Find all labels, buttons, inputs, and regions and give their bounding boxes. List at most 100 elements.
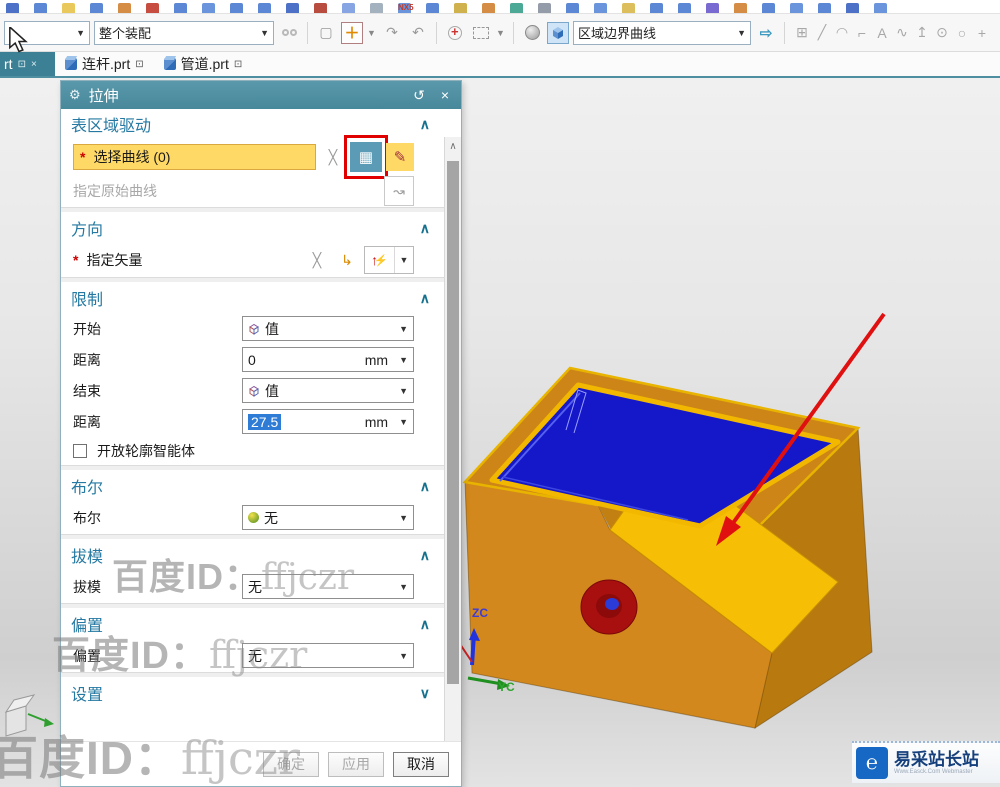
toolbar-mini-icon[interactable] (202, 3, 215, 13)
chevron-down-icon[interactable]: ▼ (395, 247, 413, 273)
section-header-offset[interactable]: 偏置 ∧ (61, 609, 444, 639)
apply-button[interactable]: 应用 (328, 751, 384, 777)
annotation-red-box (344, 135, 388, 179)
fillet-icon[interactable]: ⌐ (852, 22, 872, 44)
component-ghost-icon[interactable]: ▢ (315, 22, 337, 44)
offset-select[interactable]: 无 ▼ (242, 643, 414, 668)
shaded-view-icon[interactable] (521, 22, 543, 44)
arc-icon[interactable]: ◠ (832, 22, 852, 44)
profile-icon[interactable]: ⊞ (792, 22, 812, 44)
scroll-up-icon[interactable]: ∧ (445, 139, 461, 155)
toolbar-mini-icon[interactable] (538, 3, 551, 13)
cancel-button[interactable]: 取消 (393, 751, 449, 777)
wcs-datum-icon[interactable] (444, 22, 466, 44)
curve-rule-dropdown[interactable]: 区域边界曲线 ▼ (573, 20, 751, 45)
start-distance-input[interactable]: 0 mm ▼ (242, 347, 414, 372)
toolbar-mini-icon[interactable] (6, 3, 19, 13)
scrollbar-thumb[interactable] (447, 161, 459, 684)
toolbar-mini-icon[interactable] (594, 3, 607, 13)
dialog-close-icon[interactable]: × (437, 87, 453, 103)
toolbar-mini-icon[interactable] (790, 3, 803, 13)
assembly-scope-dropdown[interactable]: 整个装配 ▼ (94, 20, 274, 45)
vector-icon[interactable]: ↑ ⚡ (365, 247, 395, 273)
deselect-icon[interactable]: ╳ (320, 144, 346, 170)
toolbar-mini-icon[interactable] (510, 3, 523, 13)
plus-icon[interactable]: + (972, 22, 992, 44)
section-header-settings[interactable]: 设置 ∨ (61, 678, 444, 708)
origin-curve-icon[interactable]: ↝ (384, 176, 414, 206)
start-select[interactable]: 值 ▼ (242, 316, 414, 341)
toolbar-mini-icon[interactable] (174, 3, 187, 13)
toolbar-mini-icon[interactable] (874, 3, 887, 13)
section-header-draft[interactable]: 拔模 ∧ (61, 540, 444, 570)
studio-spline-icon[interactable]: A (872, 22, 892, 44)
circle-icon[interactable]: ○ (952, 22, 972, 44)
toolbar-mini-icon[interactable] (650, 3, 663, 13)
toolbar-row: ▼ 整个装配 ▼ ▢ ＋ ▼ ↷ ↶ ▼ (0, 13, 1000, 52)
end-distance-input[interactable]: 27.5 mm ▼ (242, 409, 414, 434)
chevron-up-icon: ∧ (419, 115, 430, 132)
toolbar-mini-icon[interactable] (370, 3, 383, 13)
chevron-down-icon[interactable]: ▼ (496, 28, 506, 38)
dialog-reset-icon[interactable]: ↺ (409, 87, 429, 104)
line-icon[interactable]: ╱ (812, 22, 832, 44)
spline-icon[interactable]: ∿ (892, 22, 912, 44)
dialog-scrollbar[interactable]: ∧ ∨ (444, 137, 461, 741)
toolbar-mini-icon[interactable] (426, 3, 439, 13)
close-icon[interactable]: × (31, 59, 37, 70)
end-select[interactable]: 值 ▼ (242, 378, 414, 403)
section-header-limits[interactable]: 限制 ∧ (61, 283, 444, 313)
toolbar-mini-icon[interactable] (62, 3, 75, 13)
add-component-icon[interactable]: ＋ (341, 21, 363, 44)
divider (784, 21, 785, 44)
toolbar-mini-icon[interactable] (622, 3, 635, 13)
dialog-titlebar[interactable]: ⚙ 拉伸 ↺ × (61, 81, 461, 109)
inferred-vector-icon[interactable]: ↳ (334, 247, 360, 273)
toolbar-mini-icon[interactable] (90, 3, 103, 13)
draft-select[interactable]: 无 ▼ (242, 574, 414, 599)
toolbar-mini-icon[interactable] (286, 3, 299, 13)
toolbar-mini-icon[interactable] (482, 3, 495, 13)
tab-liangan-prt[interactable]: 连杆.prt ⊡ (55, 52, 154, 76)
replace-component-icon[interactable]: ↶ (407, 22, 429, 44)
apply-curve-rule-icon[interactable]: ⇨ (755, 22, 777, 44)
toolbar-mini-icon[interactable] (566, 3, 579, 13)
ok-button[interactable]: 确定 (263, 751, 319, 777)
circle-center-icon[interactable]: ⊙ (932, 22, 952, 44)
tab-guandao-prt[interactable]: 管道.prt ⊡ (154, 52, 253, 76)
toolbar-mini-icon[interactable] (706, 3, 719, 13)
toolbar-mini-icon[interactable] (454, 3, 467, 13)
section-header-boolean[interactable]: 布尔 ∧ (61, 471, 444, 501)
toolbar-mini-icon[interactable] (846, 3, 859, 13)
deselect-icon[interactable]: ╳ (304, 247, 330, 273)
find-component-icon[interactable] (278, 22, 300, 44)
offset-row: 偏置 无 ▼ (61, 639, 444, 672)
open-profile-checkbox[interactable] (73, 444, 87, 458)
sketch-section-icon[interactable]: ✎ (386, 143, 414, 171)
toolbar-mini-icon[interactable] (230, 3, 243, 13)
section-header-region[interactable]: 表区域驱动 ∧ (61, 109, 444, 139)
point-icon[interactable]: ↥ (912, 22, 932, 44)
toolbar-mini-icon[interactable] (146, 3, 159, 13)
wireframe-cube-icon[interactable] (547, 21, 569, 44)
chevron-down-icon[interactable]: ▼ (367, 28, 377, 38)
move-component-icon[interactable]: ↷ (381, 22, 403, 44)
toolbar-mini-icon[interactable] (118, 3, 131, 13)
toolbar-mini-icon[interactable] (34, 3, 47, 13)
tab-active-partial[interactable]: rt ⊡ × (0, 52, 55, 76)
toolbar-mini-icon[interactable] (762, 3, 775, 13)
chevron-down-icon[interactable]: ▼ (399, 417, 408, 427)
boolean-select[interactable]: 无 ▼ (242, 505, 414, 530)
line2-icon[interactable]: ╱ (992, 22, 996, 44)
section-header-direction[interactable]: 方向 ∧ (61, 213, 444, 243)
toolbar-mini-icon[interactable] (258, 3, 271, 13)
toolbar-mini-icon[interactable] (818, 3, 831, 13)
select-curve-field[interactable]: * 选择曲线 (0) (73, 144, 316, 170)
curve-rule-tool-icon[interactable]: ▦ (344, 135, 388, 179)
toolbar-mini-icon[interactable] (678, 3, 691, 13)
select-rectangle-icon[interactable] (470, 22, 492, 44)
toolbar-mini-icon[interactable] (734, 3, 747, 13)
toolbar-mini-icon[interactable] (314, 3, 327, 13)
chevron-down-icon[interactable]: ▼ (399, 355, 408, 365)
toolbar-mini-icon[interactable] (342, 3, 355, 13)
